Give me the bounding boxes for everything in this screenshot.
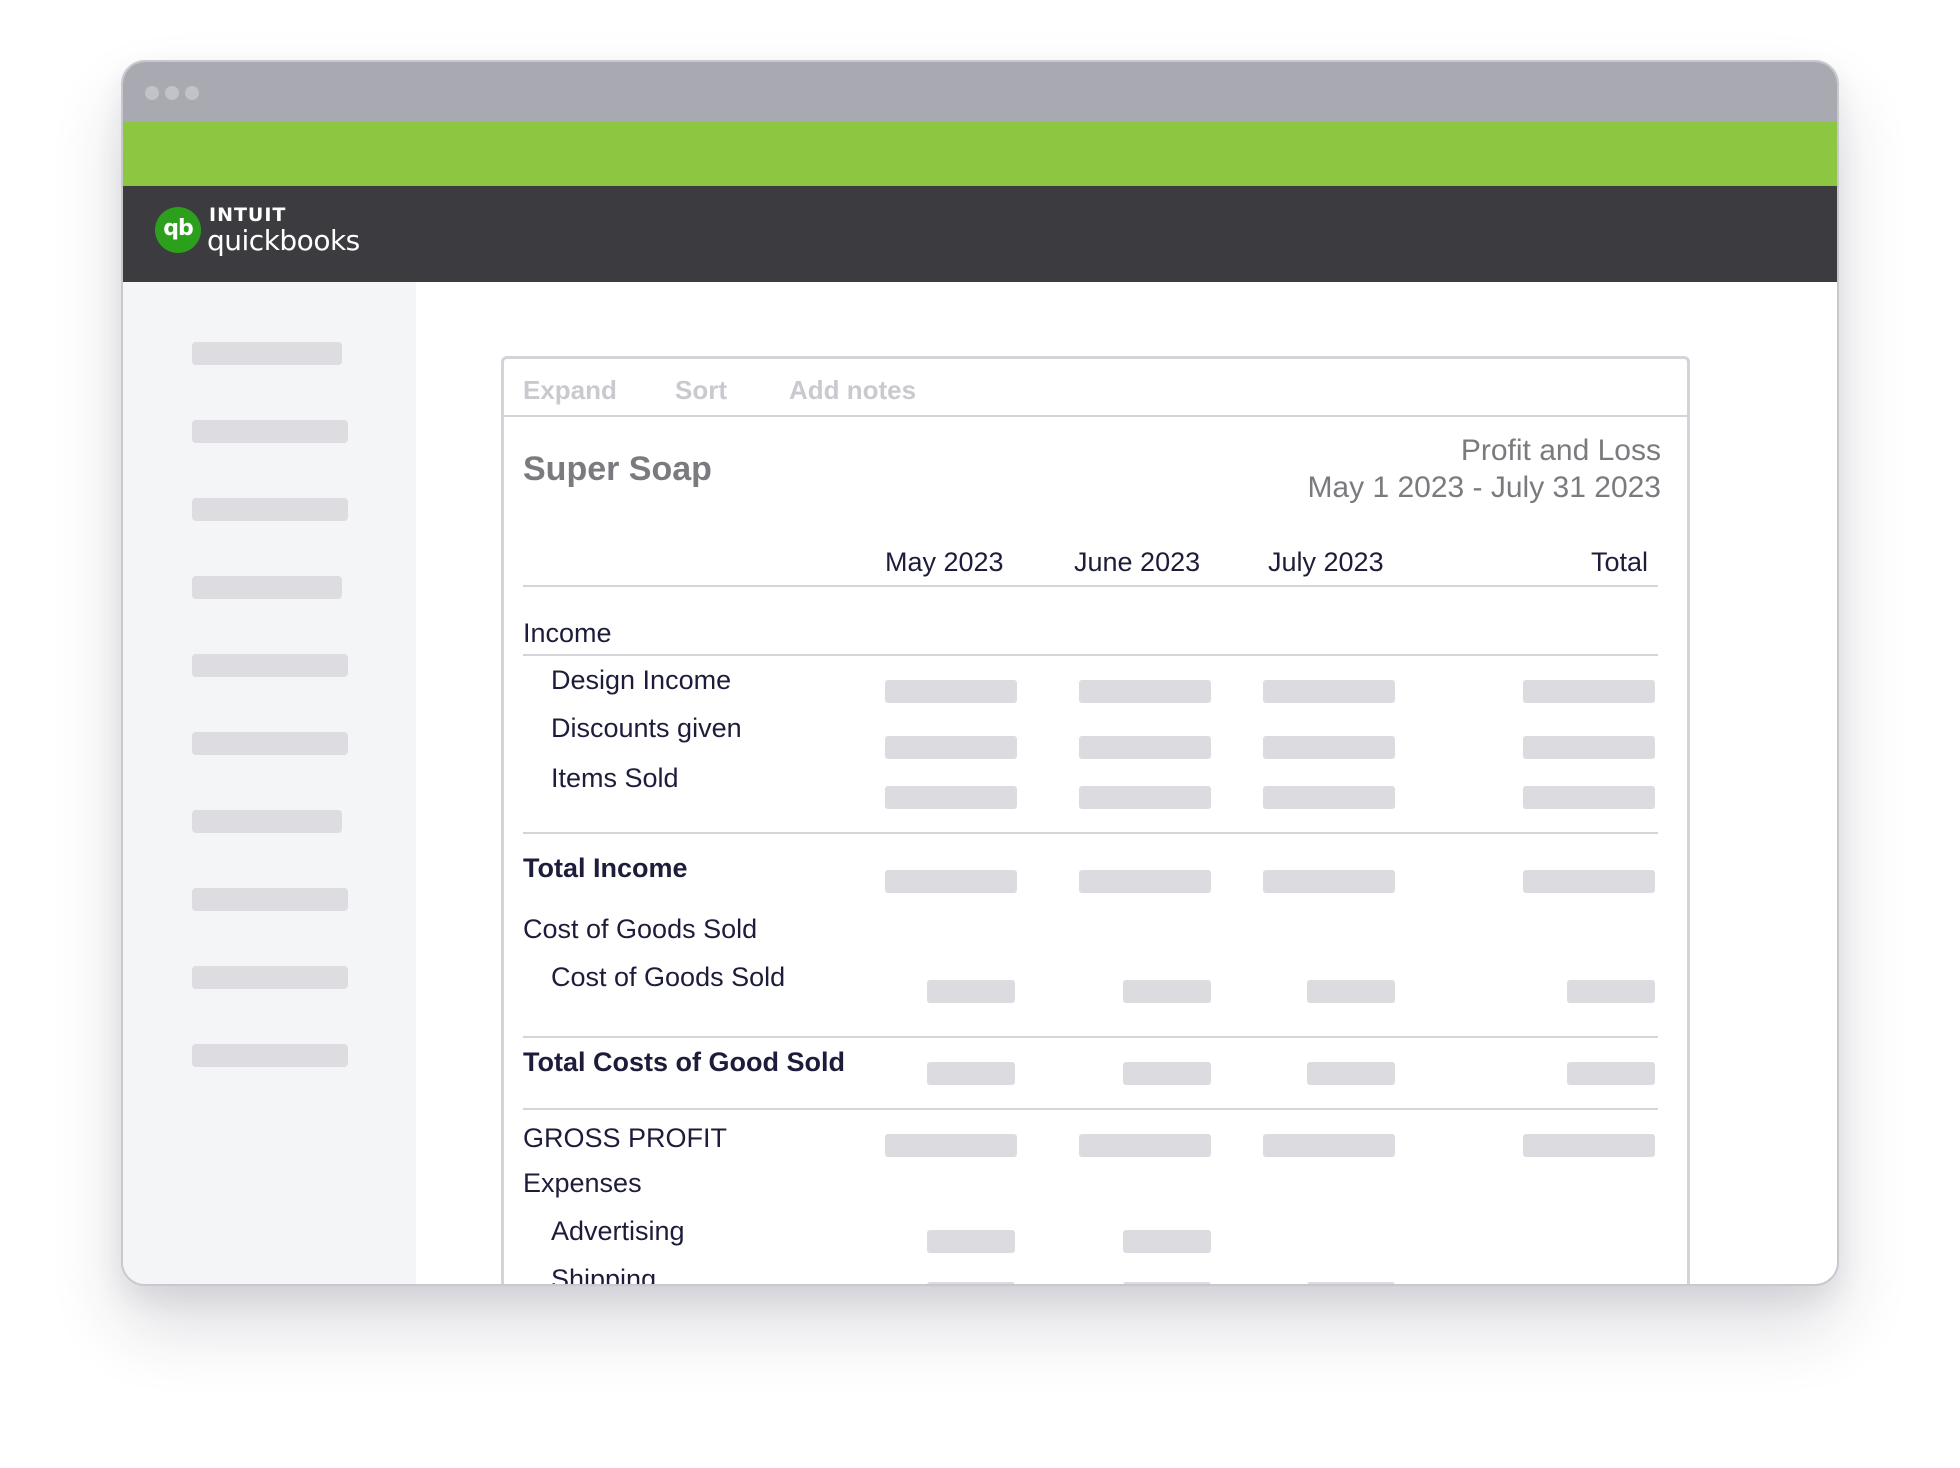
window-dot-icon[interactable] [185, 86, 199, 100]
value-placeholder [1079, 736, 1211, 759]
value-placeholder [1263, 680, 1395, 703]
row-label-gross-profit: GROSS PROFIT [523, 1123, 728, 1153]
window-dot-icon[interactable] [145, 86, 159, 100]
browser-window: qb INTUIT quickbooks Expand Sort Add not… [121, 60, 1839, 1286]
value-placeholder [1523, 680, 1655, 703]
logo-intuit-text: INTUIT [209, 204, 287, 226]
value-placeholder [1079, 1134, 1211, 1157]
value-placeholder [1123, 1282, 1211, 1284]
sidebar-item[interactable] [192, 732, 348, 755]
value-placeholder [1123, 1230, 1211, 1253]
sidebar-item[interactable] [192, 576, 342, 599]
value-placeholder [927, 1282, 1015, 1284]
value-placeholder [1307, 1062, 1395, 1085]
value-placeholder [1263, 870, 1395, 893]
divider [523, 1108, 1658, 1110]
value-placeholder [1523, 786, 1655, 809]
company-name: Super Soap [523, 450, 712, 488]
accent-bar [123, 122, 1837, 186]
row-label-total-income: Total Income [523, 853, 688, 883]
add-notes-button[interactable]: Add notes [789, 375, 916, 406]
row-label-total-cogs: Total Costs of Good Sold [523, 1047, 845, 1077]
value-placeholder [1263, 736, 1395, 759]
value-placeholder [885, 870, 1017, 893]
report-date-range: May 1 2023 - July 31 2023 [1307, 471, 1661, 504]
sort-button[interactable]: Sort [675, 375, 727, 406]
window-dot-icon[interactable] [165, 86, 179, 100]
divider [523, 654, 1658, 656]
column-header-july: July 2023 [1268, 547, 1384, 577]
sidebar-item[interactable] [192, 420, 348, 443]
column-header-may: May 2023 [885, 547, 1004, 577]
row-label-expenses: Expenses [523, 1168, 642, 1198]
value-placeholder [1567, 980, 1655, 1003]
column-header-june: June 2023 [1074, 547, 1201, 577]
app-header: qb INTUIT quickbooks [123, 186, 1837, 282]
value-placeholder [1523, 870, 1655, 893]
row-label-items-sold: Items Sold [551, 763, 679, 793]
sidebar-item[interactable] [192, 654, 348, 677]
row-label-advertising: Advertising [551, 1216, 685, 1246]
row-label-shipping: Shipping [551, 1264, 657, 1286]
quickbooks-logo-icon[interactable]: qb [155, 207, 201, 253]
sidebar-item[interactable] [192, 966, 348, 989]
sidebar [123, 282, 416, 1284]
value-placeholder [1079, 680, 1211, 703]
value-placeholder [1079, 786, 1211, 809]
expand-button[interactable]: Expand [523, 375, 617, 406]
value-placeholder [1263, 1134, 1395, 1157]
value-placeholder [927, 980, 1015, 1003]
value-placeholder [1079, 870, 1211, 893]
value-placeholder [927, 1230, 1015, 1253]
value-placeholder [1523, 1134, 1655, 1157]
report-type: Profit and Loss [1460, 434, 1661, 467]
value-placeholder [1123, 1062, 1211, 1085]
value-placeholder [885, 736, 1017, 759]
divider [523, 1036, 1658, 1038]
divider [523, 585, 1658, 587]
row-label-discounts-given: Discounts given [551, 713, 742, 743]
value-placeholder [1307, 1282, 1395, 1284]
column-header-total: Total [1591, 547, 1649, 577]
sidebar-item[interactable] [192, 1044, 348, 1067]
row-label-cogs-section: Cost of Goods Sold [523, 914, 758, 944]
report-card: Expand Sort Add notes Super Soap Profit … [501, 356, 1690, 1286]
value-placeholder [1263, 786, 1395, 809]
value-placeholder [1123, 980, 1211, 1003]
sidebar-item[interactable] [192, 342, 342, 365]
value-placeholder [1523, 736, 1655, 759]
row-label-cogs: Cost of Goods Sold [551, 962, 786, 992]
value-placeholder [1307, 980, 1395, 1003]
sidebar-item[interactable] [192, 810, 342, 833]
value-placeholder [927, 1062, 1015, 1085]
divider [523, 832, 1658, 834]
report-toolbar: Expand Sort Add notes [504, 359, 1687, 417]
logo-quickbooks-text: quickbooks [207, 224, 360, 257]
row-label-design-income: Design Income [551, 665, 732, 695]
sidebar-item[interactable] [192, 498, 348, 521]
value-placeholder [885, 1134, 1017, 1157]
value-placeholder [1567, 1062, 1655, 1085]
value-placeholder [885, 786, 1017, 809]
value-placeholder [885, 680, 1017, 703]
sidebar-item[interactable] [192, 888, 348, 911]
window-titlebar [123, 62, 1837, 122]
row-label-income: Income [523, 618, 612, 648]
